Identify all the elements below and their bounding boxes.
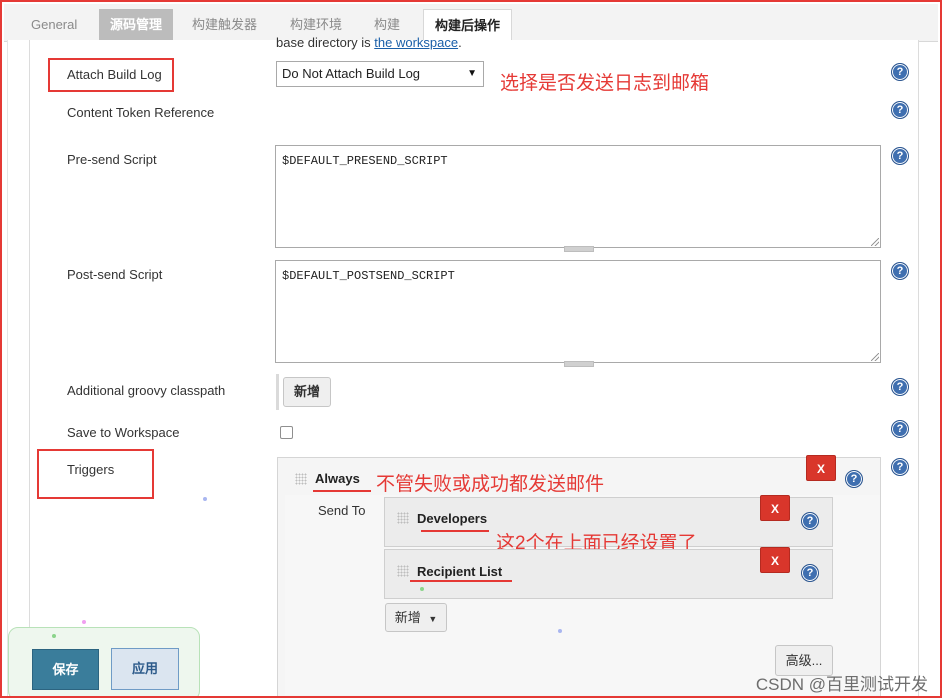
help-icon[interactable]: ? (891, 101, 909, 119)
post-send-script-value: $DEFAULT_POSTSEND_SCRIPT (282, 269, 455, 283)
chevron-down-icon: ▼ (467, 68, 477, 79)
textarea-grip[interactable] (564, 361, 594, 367)
always-annotation: 不管失败或成功都发送邮件 (376, 474, 605, 495)
delete-developers-button[interactable]: X (760, 495, 790, 521)
workspace-note-text: base directory is (276, 36, 375, 50)
tab-general[interactable]: General (20, 9, 88, 41)
delete-trigger-button[interactable]: X (806, 455, 836, 481)
resize-handle-icon[interactable] (871, 238, 879, 246)
attach-build-log-select[interactable]: Do Not Attach Build Log ▼ (276, 61, 484, 87)
resize-handle-icon[interactable] (871, 353, 879, 361)
always-underline (313, 490, 371, 492)
apply-button[interactable]: 应用 (111, 648, 179, 690)
pre-send-script-value: $DEFAULT_PRESEND_SCRIPT (282, 154, 448, 168)
send-to-label: Send To (318, 503, 366, 518)
help-icon[interactable]: ? (801, 564, 819, 582)
recipient-list: Recipient List (417, 564, 503, 579)
help-icon[interactable]: ? (845, 470, 863, 488)
delete-recipient-list-button[interactable]: X (760, 547, 790, 573)
attach-build-log-value: Do Not Attach Build Log (282, 66, 421, 81)
post-send-script-label: Post-send Script (67, 267, 163, 282)
screenshot-frame: General 源码管理 构建触发器 构建环境 构建 构建后操作 base di… (0, 0, 942, 698)
tab-source-control[interactable]: 源码管理 (99, 9, 174, 41)
drag-handle-icon[interactable] (397, 512, 409, 524)
stray-dot (558, 629, 562, 633)
help-icon[interactable]: ? (891, 458, 909, 476)
drag-handle-icon[interactable] (397, 565, 409, 577)
workspace-link[interactable]: the workspace (374, 36, 458, 50)
attach-log-annotation: 选择是否发送日志到邮箱 (500, 73, 710, 94)
textarea-grip[interactable] (564, 246, 594, 252)
add-recipient-button[interactable]: 新增 ▼ (385, 603, 447, 632)
help-icon[interactable]: ? (891, 378, 909, 396)
save-to-workspace-label: Save to Workspace (67, 425, 180, 440)
groovy-repeat-bar (276, 374, 279, 410)
chevron-down-icon: ▼ (428, 614, 438, 624)
recipient-list-underline (410, 580, 512, 582)
stray-dot (82, 620, 86, 624)
post-send-script-textarea[interactable]: $DEFAULT_POSTSEND_SCRIPT (275, 260, 881, 367)
triggers-highlight (37, 449, 154, 499)
workspace-note-suffix: . (458, 36, 462, 50)
help-icon[interactable]: ? (891, 262, 909, 280)
stray-dot (203, 497, 207, 501)
drag-handle-icon[interactable] (295, 473, 307, 485)
help-icon[interactable]: ? (891, 63, 909, 81)
stray-dot (52, 634, 56, 638)
help-icon[interactable]: ? (801, 512, 819, 530)
pre-send-script-textarea[interactable]: $DEFAULT_PRESEND_SCRIPT (275, 145, 881, 252)
pre-send-script-label: Pre-send Script (67, 152, 157, 167)
help-icon[interactable]: ? (891, 420, 909, 438)
help-icon[interactable]: ? (891, 147, 909, 165)
tab-build-triggers[interactable]: 构建触发器 (181, 9, 268, 41)
groovy-classpath-label: Additional groovy classpath (67, 383, 226, 398)
save-button[interactable]: 保存 (32, 649, 99, 690)
content-token-label: Content Token Reference (67, 105, 215, 120)
recipient-developers: Developers (417, 511, 488, 526)
developers-underline (421, 530, 489, 532)
watermark: CSDN @百里测试开发 (755, 675, 928, 694)
tab-bar: General 源码管理 构建触发器 构建环境 构建 构建后操作 (4, 4, 938, 43)
trigger-name: Always (315, 471, 360, 486)
attach-build-log-highlight (48, 58, 174, 92)
workspace-note: base directory is the workspace. (276, 36, 462, 50)
save-to-workspace-checkbox[interactable] (280, 426, 293, 439)
stray-dot (420, 587, 424, 591)
left-gutter (7, 40, 30, 696)
groovy-add-button[interactable]: 新增 (283, 377, 331, 407)
add-recipient-label: 新增 (394, 610, 421, 625)
